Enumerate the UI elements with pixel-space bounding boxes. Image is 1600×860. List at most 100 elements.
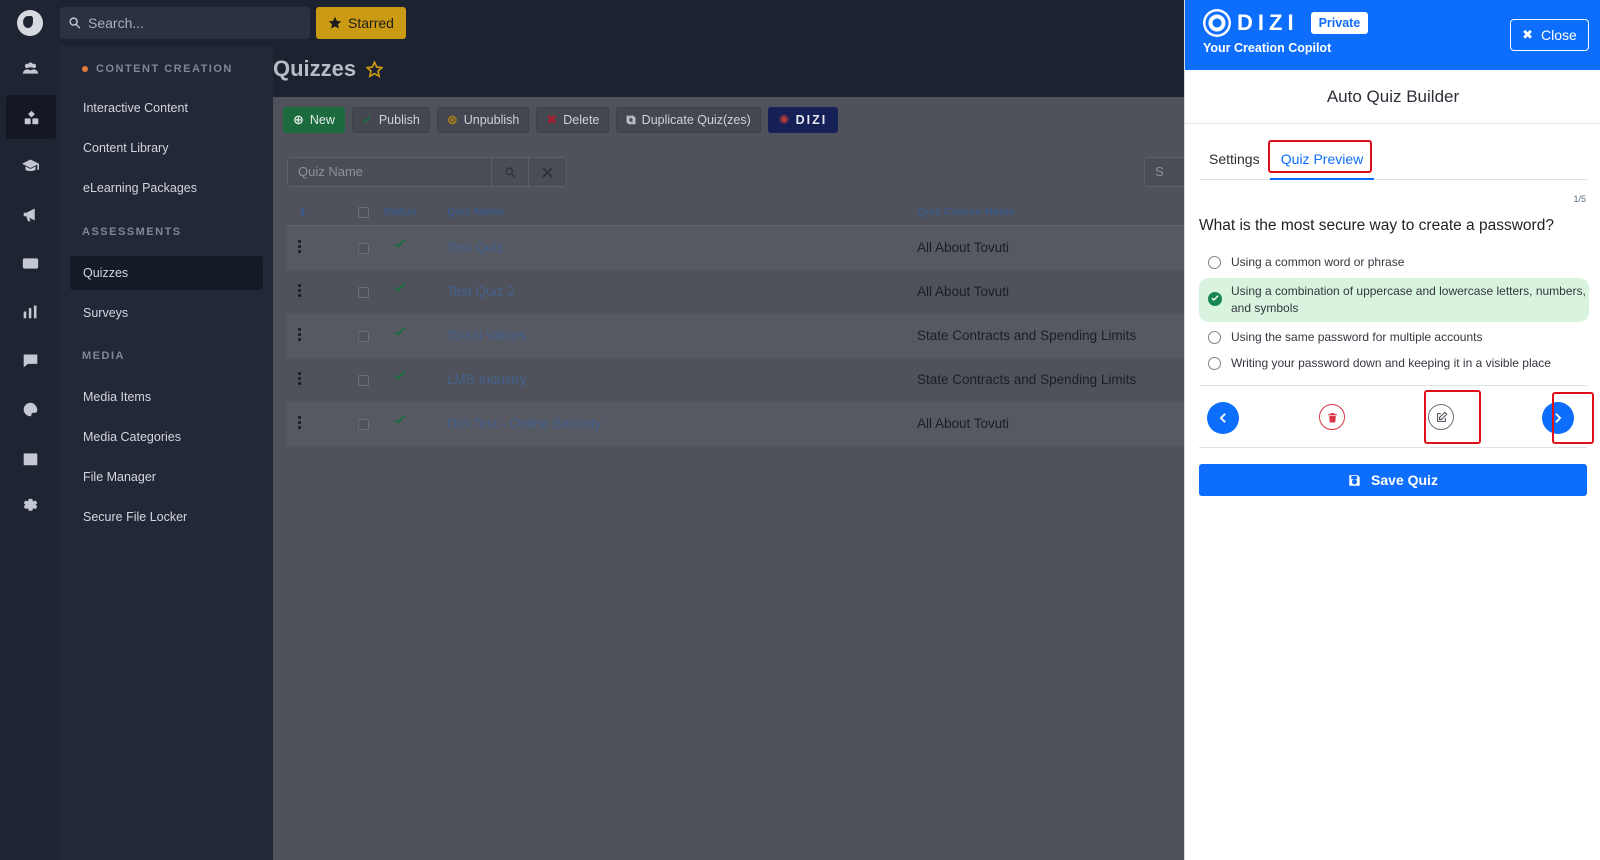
new-button[interactable]: ⊕ New — [283, 107, 345, 133]
drawer-title: Auto Quiz Builder — [1185, 70, 1600, 124]
megaphone-icon[interactable] — [0, 192, 60, 236]
quiz-name-link[interactable]: Test Quiz — [447, 240, 503, 255]
nav-item-quizzes[interactable]: Quizzes — [70, 256, 263, 290]
row-menu-icon[interactable] — [298, 372, 302, 387]
divider — [1199, 447, 1587, 448]
radio-icon[interactable] — [1208, 357, 1221, 370]
nav-item-interactive-content[interactable]: Interactive Content — [70, 91, 263, 125]
highlight-box — [1552, 392, 1594, 444]
row-checkbox[interactable] — [358, 375, 369, 386]
dizi-drawer: DIZI Private Your Creation Copilot ✖ Clo… — [1184, 0, 1600, 860]
radio-icon[interactable] — [1208, 331, 1221, 344]
nav-item-file-manager[interactable]: File Manager — [70, 460, 263, 494]
published-check-icon[interactable] — [393, 238, 407, 252]
nav-item-content-library[interactable]: Content Library — [70, 131, 263, 165]
nav-heading-content-creation: CONTENT CREATION — [82, 63, 233, 75]
duplicate-button[interactable]: ⧉ Duplicate Quiz(zes) — [616, 107, 761, 133]
answer-option-correct[interactable]: Using a combination of uppercase and low… — [1199, 278, 1589, 322]
dizi-logo: DIZI Private — [1203, 9, 1369, 37]
published-check-icon[interactable] — [393, 370, 407, 384]
save-quiz-button[interactable]: Save Quiz — [1199, 464, 1587, 496]
answer-option[interactable]: Using a common word or phrase — [1199, 254, 1589, 271]
users-icon[interactable] — [0, 46, 60, 90]
tab-settings[interactable]: Settings — [1209, 142, 1260, 180]
radio-icon[interactable] — [1208, 256, 1221, 269]
select-all-checkbox[interactable] — [358, 207, 369, 218]
favorite-star-icon[interactable] — [366, 60, 384, 78]
row-checkbox[interactable] — [358, 331, 369, 342]
quiz-name-link[interactable]: LMS Industry — [447, 372, 527, 387]
published-check-icon[interactable] — [393, 326, 407, 340]
nav-item-elearning-packages[interactable]: eLearning Packages — [70, 171, 263, 205]
delete-question-button[interactable] — [1319, 404, 1345, 430]
global-search-placeholder: Search... — [88, 15, 145, 31]
dizi-button[interactable]: ✺ DIZI — [767, 107, 839, 133]
row-menu-icon[interactable] — [298, 328, 302, 343]
sort-icon[interactable]: ⬍ — [298, 206, 307, 219]
palette-icon[interactable] — [0, 387, 60, 431]
chat-icon[interactable] — [0, 338, 60, 382]
nav-item-media-categories[interactable]: Media Categories — [70, 420, 263, 454]
trash-icon — [1327, 412, 1337, 422]
published-check-icon[interactable] — [393, 282, 407, 296]
close-button[interactable]: ✖ Close — [1510, 19, 1589, 51]
times-circle-icon: ⊗ — [446, 112, 458, 127]
toolbar: ⊕ New ✔ Publish ⊗ Unpublish ✖ Delete ⧉ Duplic… — [283, 107, 839, 133]
column-status[interactable]: Status — [383, 206, 417, 218]
graduation-cap-icon[interactable] — [0, 143, 60, 187]
settings-icon[interactable] — [0, 484, 60, 528]
search-icon — [505, 166, 516, 178]
chart-icon[interactable] — [0, 289, 60, 333]
delete-button[interactable]: ✖ Delete — [536, 107, 610, 133]
published-check-icon[interactable] — [393, 414, 407, 428]
secondary-filter-input[interactable]: S — [1144, 157, 1184, 187]
top-bar: Search... Starred — [60, 0, 1184, 46]
filter-search-button[interactable] — [491, 157, 530, 187]
publish-button[interactable]: ✔ Publish — [351, 107, 430, 133]
answer-option[interactable]: Using the same password for multiple acc… — [1199, 329, 1589, 346]
row-checkbox[interactable] — [358, 287, 369, 298]
row-menu-icon[interactable] — [298, 240, 302, 255]
quiz-course-name: All About Tovuti — [917, 284, 1010, 299]
nav-item-media-items[interactable]: Media Items — [70, 380, 263, 414]
row-checkbox[interactable] — [358, 243, 369, 254]
quiz-name-link[interactable]: Tovuti Values — [447, 328, 526, 343]
clear-icon — [542, 166, 553, 178]
media-icon[interactable] — [0, 241, 60, 285]
dizi-logo-icon — [1203, 9, 1231, 37]
private-badge: Private — [1310, 12, 1369, 34]
calendar-icon[interactable] — [0, 436, 60, 480]
previous-question-button[interactable] — [1207, 402, 1239, 434]
column-quiz-course-name[interactable]: Quiz Course Name — [917, 206, 1015, 218]
unpublish-button[interactable]: ⊗ Unpublish — [436, 107, 530, 133]
content-icon[interactable] — [6, 95, 56, 139]
search-icon — [69, 17, 81, 29]
nav-heading-assessments: ASSESSMENTS — [82, 226, 182, 238]
filter-clear-button[interactable] — [529, 157, 568, 187]
nav-item-secure-file-locker[interactable]: Secure File Locker — [70, 500, 263, 534]
row-checkbox[interactable] — [358, 419, 369, 430]
column-quiz-name[interactable]: Quiz Name — [447, 206, 504, 218]
quiz-name-link[interactable]: Test Quiz 2 — [447, 284, 515, 299]
icon-rail — [0, 0, 60, 860]
quiz-course-name: State Contracts and Spending Limits — [917, 328, 1137, 343]
table-header: ⬍ Status Quiz Name Quiz Course Name — [287, 198, 1184, 226]
page-title: Quizzes — [273, 56, 384, 82]
quiz-name-filter-input[interactable]: Quiz Name — [287, 157, 492, 187]
nav-item-surveys[interactable]: Surveys — [70, 296, 263, 330]
answer-option[interactable]: Writing your password down and keeping i… — [1199, 355, 1589, 372]
starred-button[interactable]: Starred — [316, 7, 406, 39]
dizi-brand: DIZI — [1237, 10, 1299, 35]
nav-heading-media: MEDIA — [82, 350, 125, 362]
save-icon — [1349, 474, 1360, 486]
app-logo-icon[interactable] — [17, 10, 43, 36]
star-icon — [328, 16, 342, 29]
divider — [1199, 385, 1587, 386]
question-counter: 1/5 — [1573, 194, 1586, 204]
global-search-input[interactable]: Search... — [60, 7, 310, 39]
row-menu-icon[interactable] — [298, 284, 302, 299]
quiz-course-name: All About Tovuti — [917, 416, 1010, 431]
quiz-name-link[interactable]: Dizi Test - Online Security — [447, 416, 601, 431]
row-menu-icon[interactable] — [298, 416, 302, 431]
x-icon: ✖ — [546, 112, 558, 127]
